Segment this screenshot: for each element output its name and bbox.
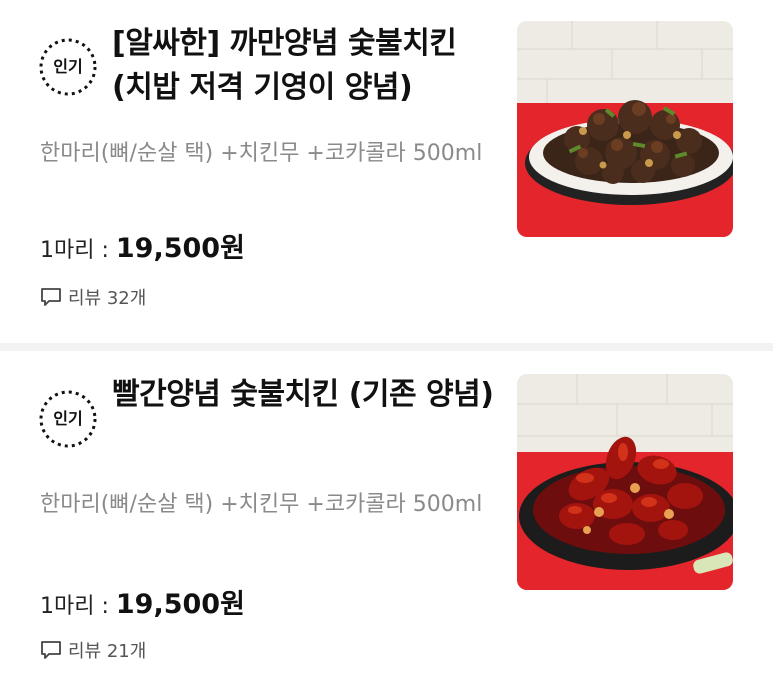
price-amount: 19,500원 (115, 233, 245, 264)
menu-description: 한마리(뼈/순살 택) +치킨무 +코카콜라 500ml (40, 492, 483, 517)
menu-image[interactable] (517, 374, 733, 590)
section-divider (0, 343, 773, 351)
speech-bubble-icon (41, 288, 61, 306)
speech-bubble-icon (41, 641, 61, 659)
price-label: 1마리 : (40, 238, 116, 263)
menu-item[interactable]: 인기 빨간양념 숯불치킨 (기존 양념) 한마리(뼈/순살 택) +치킨무 +코… (0, 351, 773, 697)
popular-badge: 인기 (37, 36, 99, 98)
black-sauce-chicken-photo (517, 21, 733, 237)
menu-title: [알싸한] 까만양념 숯불치킨 (치밥 저격 기영이 양념) (112, 26, 457, 105)
price-label: 1마리 : (40, 594, 116, 619)
review-count: 리뷰 32개 (68, 288, 147, 309)
menu-price: 1마리 : 19,500원 (40, 582, 245, 621)
menu-item[interactable]: 인기 [알싸한] 까만양념 숯불치킨 (치밥 저격 기영이 양념) 한마리(뼈/… (0, 0, 773, 343)
popular-badge: 인기 (37, 388, 99, 450)
menu-description: 한마리(뼈/순살 택) +치킨무 +코카콜라 500ml (40, 141, 483, 166)
badge-label: 인기 (53, 409, 83, 428)
review-link[interactable]: 리뷰 21개 (40, 637, 146, 663)
menu-price: 1마리 : 19,500원 (40, 226, 245, 265)
badge-label: 인기 (53, 57, 83, 76)
menu-image[interactable] (517, 21, 733, 237)
red-sauce-chicken-photo (517, 374, 733, 590)
price-amount: 19,500원 (115, 589, 245, 620)
review-link[interactable]: 리뷰 32개 (40, 284, 146, 310)
review-count: 리뷰 21개 (68, 641, 147, 662)
menu-title: 빨간양념 숯불치킨 (기존 양념) (112, 377, 494, 412)
